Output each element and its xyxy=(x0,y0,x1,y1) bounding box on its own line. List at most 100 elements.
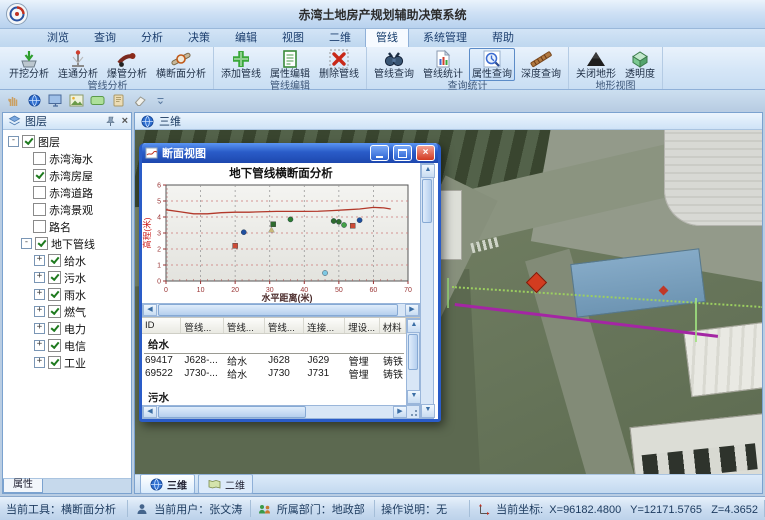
resize-grip[interactable] xyxy=(407,406,419,418)
tree-item[interactable]: 赤湾海水 xyxy=(6,150,131,167)
expand-icon[interactable]: + xyxy=(34,306,45,317)
tree-item[interactable]: +工业 xyxy=(6,354,131,371)
menu-tab[interactable]: 帮助 xyxy=(481,26,525,47)
expand-icon[interactable]: + xyxy=(34,340,45,351)
layer-checkbox[interactable] xyxy=(33,169,46,182)
tree-item[interactable]: +污水 xyxy=(6,269,131,286)
tree-item[interactable]: -地下管线 xyxy=(6,235,131,252)
ribbon-button[interactable]: 爆管分析 xyxy=(104,48,150,81)
picture-icon[interactable] xyxy=(68,92,84,108)
ribbon-button[interactable]: 深度查询 xyxy=(518,48,564,81)
expand-icon[interactable]: + xyxy=(34,255,45,266)
layer-checkbox[interactable] xyxy=(33,152,46,165)
table-column-header[interactable]: 埋设... xyxy=(345,318,379,333)
ribbon-button[interactable]: 管线统计 xyxy=(420,48,466,81)
tree-item[interactable]: +雨水 xyxy=(6,286,131,303)
table-group-row[interactable]: 污水 xyxy=(144,387,404,405)
menu-tab[interactable]: 视图 xyxy=(271,26,315,47)
table-column-header[interactable]: ID xyxy=(142,318,181,333)
ribbon-button[interactable]: 添加管线 xyxy=(218,48,264,81)
table-vscrollbar[interactable]: ▲ ▼ xyxy=(406,318,420,405)
layer-checkbox[interactable] xyxy=(33,186,46,199)
menu-tab[interactable]: 浏览 xyxy=(36,26,80,47)
layer-checkbox[interactable] xyxy=(22,135,35,148)
close-button[interactable]: × xyxy=(416,145,435,161)
layer-checkbox[interactable] xyxy=(48,322,61,335)
table-column-header[interactable]: 管线... xyxy=(224,318,265,333)
dialog-vscrollbar[interactable]: ▲ ▼ xyxy=(420,163,434,419)
table-group-row[interactable]: 给水 xyxy=(144,334,404,354)
layer-checkbox[interactable] xyxy=(48,339,61,352)
ribbon-button[interactable]: 管线查询 xyxy=(371,48,417,81)
tree-item[interactable]: 赤湾道路 xyxy=(6,184,131,201)
ribbon-button[interactable]: 属性查询 xyxy=(469,48,515,81)
properties-tab[interactable]: 属性 xyxy=(3,479,43,493)
tree-item[interactable]: +电信 xyxy=(6,337,131,354)
map-view-tab[interactable]: 二维 xyxy=(198,474,253,494)
tree-item[interactable]: -图层 xyxy=(6,133,131,150)
pin-icon[interactable] xyxy=(103,113,119,129)
table-column-header[interactable]: 连接... xyxy=(304,318,345,333)
layer-checkbox[interactable] xyxy=(33,220,46,233)
chart-hscrollbar[interactable]: ◀ ▶ xyxy=(142,303,420,317)
ribbon-button[interactable]: 关闭地形 xyxy=(573,48,619,81)
ribbon-button[interactable]: 透明度 xyxy=(622,48,658,81)
scroll-left-icon[interactable]: ◀ xyxy=(143,406,157,418)
table-column-header[interactable]: 管线... xyxy=(181,318,224,333)
ribbon-button[interactable]: 横断面分析 xyxy=(153,48,209,81)
tree-item[interactable]: 路名 xyxy=(6,218,131,235)
table-header[interactable]: ID管线...管线...管线...连接...埋设...材料 xyxy=(142,318,406,334)
scroll-up-icon[interactable]: ▲ xyxy=(407,319,421,333)
menu-tab[interactable]: 二维 xyxy=(318,26,362,47)
expand-icon[interactable]: + xyxy=(34,272,45,283)
table-column-header[interactable]: 管线... xyxy=(265,318,304,333)
layer-checkbox[interactable] xyxy=(48,288,61,301)
expand-icon[interactable]: + xyxy=(34,323,45,334)
table-body[interactable]: 给水69417J628-...给水J628J629管埋铸铁69522J730-.… xyxy=(142,334,406,405)
map-view-tab[interactable]: 三维 xyxy=(140,474,195,494)
tree-item[interactable]: +电力 xyxy=(6,320,131,337)
scroll-right-icon[interactable]: ▶ xyxy=(393,406,407,418)
overflow-arrow-icon[interactable] xyxy=(152,92,168,108)
scroll-right-icon[interactable]: ▶ xyxy=(405,304,419,316)
eraser-icon[interactable] xyxy=(131,92,147,108)
layer-checkbox[interactable] xyxy=(48,305,61,318)
menu-tab[interactable]: 系统管理 xyxy=(412,26,478,47)
table-hscrollbar[interactable]: ◀ ▶ xyxy=(142,405,420,419)
layer-checkbox[interactable] xyxy=(35,237,48,250)
menu-tab[interactable]: 分析 xyxy=(130,26,174,47)
minimize-button[interactable] xyxy=(370,145,389,161)
tree-item[interactable]: 赤湾景观 xyxy=(6,201,131,218)
scroll-down-icon[interactable]: ▼ xyxy=(421,404,435,418)
layer-checkbox[interactable] xyxy=(33,203,46,216)
layer-checkbox[interactable] xyxy=(48,356,61,369)
expand-icon[interactable]: + xyxy=(34,289,45,300)
scroll-down-icon[interactable]: ▼ xyxy=(407,390,421,404)
ribbon-button[interactable]: 连通分析 xyxy=(55,48,101,81)
ribbon-button[interactable]: 开挖分析 xyxy=(6,48,52,81)
table-row[interactable]: 69522J730-...给水J730J731管埋铸铁 xyxy=(142,367,406,380)
tree-item[interactable]: +燃气 xyxy=(6,303,131,320)
layer-checkbox[interactable] xyxy=(48,254,61,267)
layer-checkbox[interactable] xyxy=(48,271,61,284)
table-column-header[interactable]: 材料 xyxy=(380,318,406,333)
ribbon-button[interactable]: 属性编辑 xyxy=(267,48,313,81)
globe-icon[interactable] xyxy=(26,92,42,108)
expand-icon[interactable]: + xyxy=(34,357,45,368)
pan-hand-icon[interactable] xyxy=(5,92,21,108)
card-icon[interactable] xyxy=(110,92,126,108)
menu-tab[interactable]: 编辑 xyxy=(224,26,268,47)
screen-icon[interactable] xyxy=(47,92,63,108)
collapse-icon[interactable]: - xyxy=(21,238,32,249)
scroll-up-icon[interactable]: ▲ xyxy=(421,164,435,178)
panel-close-icon[interactable]: × xyxy=(122,115,128,127)
tree-item[interactable]: 赤湾房屋 xyxy=(6,167,131,184)
collapse-icon[interactable]: - xyxy=(8,136,19,147)
menu-tab[interactable]: 决策 xyxy=(177,26,221,47)
tree-item[interactable]: +给水 xyxy=(6,252,131,269)
scroll-left-icon[interactable]: ◀ xyxy=(143,304,157,316)
dialog-title-bar[interactable]: 断面视图 × xyxy=(142,143,438,163)
swatch-icon[interactable] xyxy=(89,92,105,108)
menu-tab[interactable]: 查询 xyxy=(83,26,127,47)
menu-tab[interactable]: 管线 xyxy=(365,26,409,47)
